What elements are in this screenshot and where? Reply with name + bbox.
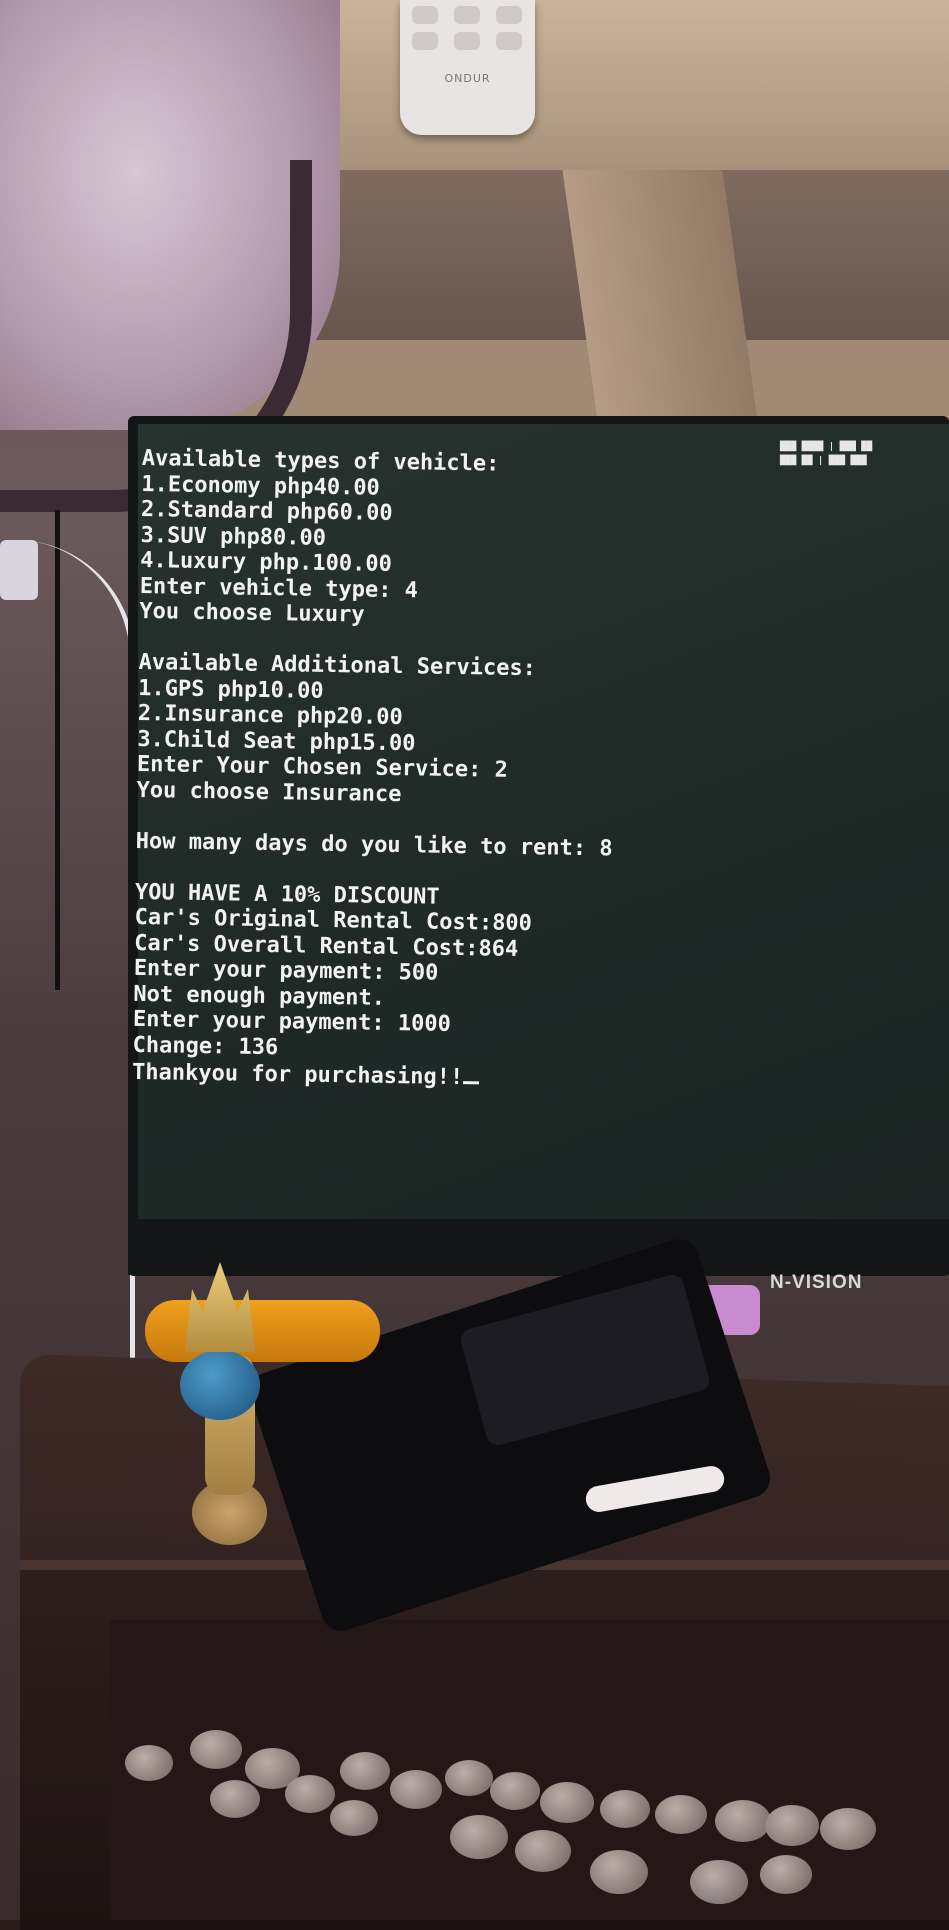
terminal-cursor — [463, 1063, 480, 1085]
coin — [760, 1855, 812, 1894]
monitor-brand-logo: N-VISION — [770, 1272, 863, 1293]
figurine-orb — [180, 1350, 260, 1420]
remote-brand-label: ONDUR — [444, 72, 491, 85]
coin — [210, 1780, 260, 1818]
coin — [820, 1808, 876, 1850]
desk-drawer — [110, 1620, 949, 1920]
coin — [490, 1772, 540, 1810]
monitor-bezel — [128, 1219, 949, 1275]
coin — [450, 1815, 508, 1859]
remote-button — [412, 32, 438, 50]
coin — [655, 1795, 707, 1834]
coin — [390, 1770, 442, 1809]
coin — [600, 1790, 650, 1828]
coin — [515, 1830, 571, 1872]
coin — [690, 1860, 748, 1904]
terminal-output: Available types of vehicle: 1.Economy php… — [132, 446, 822, 1094]
coin — [330, 1800, 378, 1836]
screwdriver-handle — [145, 1300, 380, 1362]
coin — [540, 1782, 594, 1823]
coin — [285, 1775, 335, 1813]
osd-line: ███ ████ | ███ ██ — [780, 442, 873, 452]
coin — [765, 1805, 819, 1846]
coin — [190, 1730, 242, 1769]
remote-button — [496, 32, 522, 50]
remote-button — [454, 6, 480, 24]
remote-button — [496, 6, 522, 24]
coin — [340, 1752, 390, 1790]
coin — [445, 1760, 493, 1796]
coin — [125, 1745, 173, 1781]
remote-button — [454, 32, 480, 50]
white-charging-cable — [0, 540, 135, 1440]
coin — [715, 1800, 771, 1842]
charger-plug — [0, 540, 38, 600]
remote-button — [412, 6, 438, 24]
aircon-remote: ONDUR — [400, 0, 535, 135]
coin — [590, 1850, 648, 1894]
